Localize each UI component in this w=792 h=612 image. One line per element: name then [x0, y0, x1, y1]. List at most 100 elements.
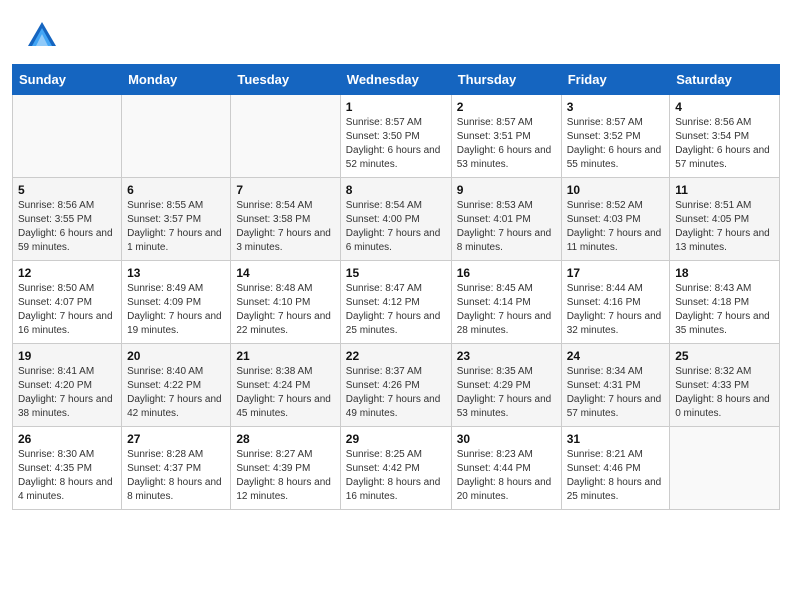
day-number: 22: [346, 349, 446, 363]
day-cell: 4 Sunrise: 8:56 AMSunset: 3:54 PMDayligh…: [670, 95, 780, 178]
day-number: 29: [346, 432, 446, 446]
day-cell: 21 Sunrise: 8:38 AMSunset: 4:24 PMDaylig…: [231, 344, 340, 427]
day-info: Sunrise: 8:50 AMSunset: 4:07 PMDaylight:…: [18, 282, 116, 338]
day-info: Sunrise: 8:56 AMSunset: 3:54 PMDaylight:…: [675, 116, 774, 172]
day-cell: 14 Sunrise: 8:48 AMSunset: 4:10 PMDaylig…: [231, 261, 340, 344]
week-row-2: 5 Sunrise: 8:56 AMSunset: 3:55 PMDayligh…: [13, 178, 780, 261]
col-tuesday: Tuesday: [231, 65, 340, 95]
day-cell: 3 Sunrise: 8:57 AMSunset: 3:52 PMDayligh…: [561, 95, 670, 178]
day-cell: 5 Sunrise: 8:56 AMSunset: 3:55 PMDayligh…: [13, 178, 122, 261]
day-cell: 11 Sunrise: 8:51 AMSunset: 4:05 PMDaylig…: [670, 178, 780, 261]
day-info: Sunrise: 8:56 AMSunset: 3:55 PMDaylight:…: [18, 199, 116, 255]
day-cell: 12 Sunrise: 8:50 AMSunset: 4:07 PMDaylig…: [13, 261, 122, 344]
week-row-5: 26 Sunrise: 8:30 AMSunset: 4:35 PMDaylig…: [13, 427, 780, 510]
day-number: 23: [457, 349, 556, 363]
col-monday: Monday: [122, 65, 231, 95]
col-friday: Friday: [561, 65, 670, 95]
day-info: Sunrise: 8:34 AMSunset: 4:31 PMDaylight:…: [567, 365, 665, 421]
header-row: Sunday Monday Tuesday Wednesday Thursday…: [13, 65, 780, 95]
day-number: 6: [127, 183, 225, 197]
day-number: 18: [675, 266, 774, 280]
calendar-body: 1 Sunrise: 8:57 AMSunset: 3:50 PMDayligh…: [13, 95, 780, 510]
day-cell: [231, 95, 340, 178]
day-number: 19: [18, 349, 116, 363]
day-cell: 10 Sunrise: 8:52 AMSunset: 4:03 PMDaylig…: [561, 178, 670, 261]
logo: [24, 18, 64, 54]
day-info: Sunrise: 8:47 AMSunset: 4:12 PMDaylight:…: [346, 282, 446, 338]
day-info: Sunrise: 8:54 AMSunset: 4:00 PMDaylight:…: [346, 199, 446, 255]
day-number: 15: [346, 266, 446, 280]
day-cell: 20 Sunrise: 8:40 AMSunset: 4:22 PMDaylig…: [122, 344, 231, 427]
day-cell: 8 Sunrise: 8:54 AMSunset: 4:00 PMDayligh…: [340, 178, 451, 261]
day-number: 10: [567, 183, 665, 197]
day-number: 2: [457, 100, 556, 114]
day-info: Sunrise: 8:37 AMSunset: 4:26 PMDaylight:…: [346, 365, 446, 421]
day-info: Sunrise: 8:32 AMSunset: 4:33 PMDaylight:…: [675, 365, 774, 421]
day-cell: 23 Sunrise: 8:35 AMSunset: 4:29 PMDaylig…: [451, 344, 561, 427]
day-cell: 22 Sunrise: 8:37 AMSunset: 4:26 PMDaylig…: [340, 344, 451, 427]
day-cell: 19 Sunrise: 8:41 AMSunset: 4:20 PMDaylig…: [13, 344, 122, 427]
day-info: Sunrise: 8:53 AMSunset: 4:01 PMDaylight:…: [457, 199, 556, 255]
day-number: 27: [127, 432, 225, 446]
col-saturday: Saturday: [670, 65, 780, 95]
day-info: Sunrise: 8:44 AMSunset: 4:16 PMDaylight:…: [567, 282, 665, 338]
day-number: 16: [457, 266, 556, 280]
col-thursday: Thursday: [451, 65, 561, 95]
day-info: Sunrise: 8:40 AMSunset: 4:22 PMDaylight:…: [127, 365, 225, 421]
day-cell: [122, 95, 231, 178]
day-info: Sunrise: 8:57 AMSunset: 3:52 PMDaylight:…: [567, 116, 665, 172]
day-number: 3: [567, 100, 665, 114]
day-info: Sunrise: 8:52 AMSunset: 4:03 PMDaylight:…: [567, 199, 665, 255]
day-info: Sunrise: 8:49 AMSunset: 4:09 PMDaylight:…: [127, 282, 225, 338]
day-number: 28: [236, 432, 334, 446]
day-info: Sunrise: 8:21 AMSunset: 4:46 PMDaylight:…: [567, 448, 665, 504]
day-cell: 29 Sunrise: 8:25 AMSunset: 4:42 PMDaylig…: [340, 427, 451, 510]
day-number: 14: [236, 266, 334, 280]
day-number: 30: [457, 432, 556, 446]
calendar-container: Sunday Monday Tuesday Wednesday Thursday…: [0, 64, 792, 522]
day-number: 9: [457, 183, 556, 197]
day-number: 4: [675, 100, 774, 114]
day-cell: 30 Sunrise: 8:23 AMSunset: 4:44 PMDaylig…: [451, 427, 561, 510]
day-cell: 31 Sunrise: 8:21 AMSunset: 4:46 PMDaylig…: [561, 427, 670, 510]
day-cell: 28 Sunrise: 8:27 AMSunset: 4:39 PMDaylig…: [231, 427, 340, 510]
day-number: 13: [127, 266, 225, 280]
day-cell: 16 Sunrise: 8:45 AMSunset: 4:14 PMDaylig…: [451, 261, 561, 344]
day-cell: 17 Sunrise: 8:44 AMSunset: 4:16 PMDaylig…: [561, 261, 670, 344]
day-info: Sunrise: 8:57 AMSunset: 3:50 PMDaylight:…: [346, 116, 446, 172]
day-cell: 1 Sunrise: 8:57 AMSunset: 3:50 PMDayligh…: [340, 95, 451, 178]
day-number: 17: [567, 266, 665, 280]
day-number: 21: [236, 349, 334, 363]
day-info: Sunrise: 8:48 AMSunset: 4:10 PMDaylight:…: [236, 282, 334, 338]
day-info: Sunrise: 8:41 AMSunset: 4:20 PMDaylight:…: [18, 365, 116, 421]
day-info: Sunrise: 8:35 AMSunset: 4:29 PMDaylight:…: [457, 365, 556, 421]
week-row-4: 19 Sunrise: 8:41 AMSunset: 4:20 PMDaylig…: [13, 344, 780, 427]
day-cell: 26 Sunrise: 8:30 AMSunset: 4:35 PMDaylig…: [13, 427, 122, 510]
day-info: Sunrise: 8:54 AMSunset: 3:58 PMDaylight:…: [236, 199, 334, 255]
calendar-table: Sunday Monday Tuesday Wednesday Thursday…: [12, 64, 780, 510]
day-number: 26: [18, 432, 116, 446]
day-cell: 6 Sunrise: 8:55 AMSunset: 3:57 PMDayligh…: [122, 178, 231, 261]
day-number: 1: [346, 100, 446, 114]
day-info: Sunrise: 8:30 AMSunset: 4:35 PMDaylight:…: [18, 448, 116, 504]
day-cell: 13 Sunrise: 8:49 AMSunset: 4:09 PMDaylig…: [122, 261, 231, 344]
col-sunday: Sunday: [13, 65, 122, 95]
day-cell: 25 Sunrise: 8:32 AMSunset: 4:33 PMDaylig…: [670, 344, 780, 427]
day-cell: 7 Sunrise: 8:54 AMSunset: 3:58 PMDayligh…: [231, 178, 340, 261]
page-header: [0, 0, 792, 64]
day-number: 7: [236, 183, 334, 197]
calendar-header: Sunday Monday Tuesday Wednesday Thursday…: [13, 65, 780, 95]
day-info: Sunrise: 8:38 AMSunset: 4:24 PMDaylight:…: [236, 365, 334, 421]
day-cell: [13, 95, 122, 178]
day-info: Sunrise: 8:43 AMSunset: 4:18 PMDaylight:…: [675, 282, 774, 338]
day-info: Sunrise: 8:45 AMSunset: 4:14 PMDaylight:…: [457, 282, 556, 338]
day-cell: 24 Sunrise: 8:34 AMSunset: 4:31 PMDaylig…: [561, 344, 670, 427]
day-info: Sunrise: 8:55 AMSunset: 3:57 PMDaylight:…: [127, 199, 225, 255]
day-number: 11: [675, 183, 774, 197]
day-info: Sunrise: 8:23 AMSunset: 4:44 PMDaylight:…: [457, 448, 556, 504]
day-cell: 2 Sunrise: 8:57 AMSunset: 3:51 PMDayligh…: [451, 95, 561, 178]
day-number: 20: [127, 349, 225, 363]
day-number: 12: [18, 266, 116, 280]
day-cell: [670, 427, 780, 510]
day-cell: 9 Sunrise: 8:53 AMSunset: 4:01 PMDayligh…: [451, 178, 561, 261]
